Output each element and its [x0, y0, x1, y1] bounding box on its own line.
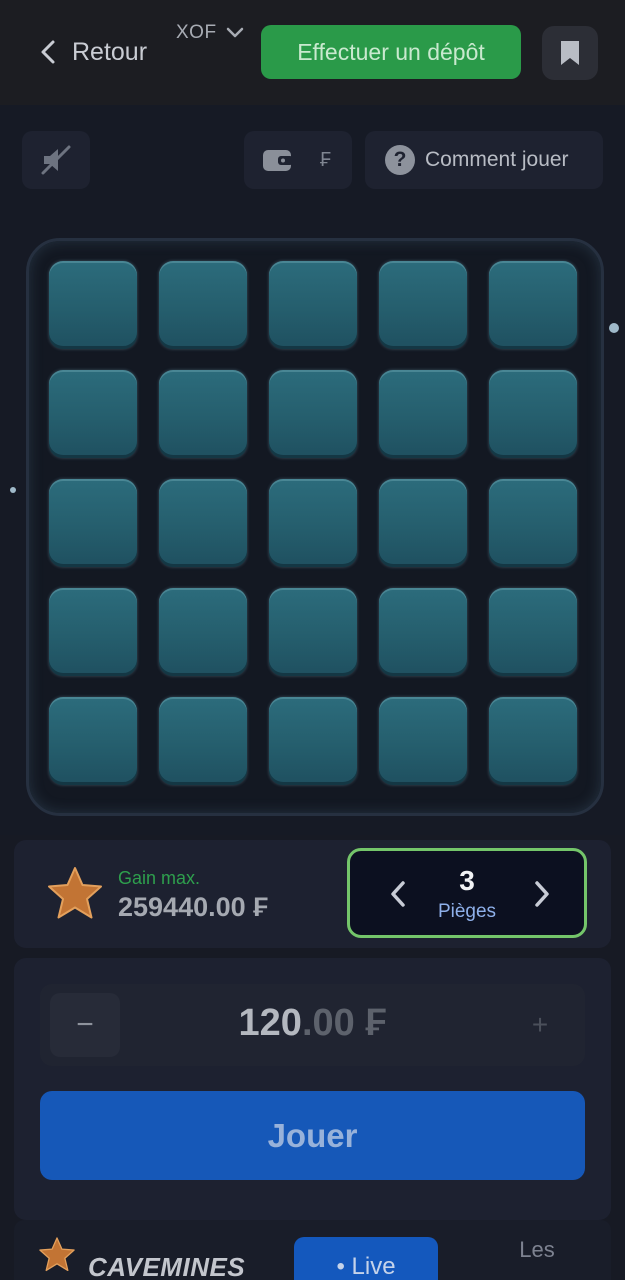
how-to-play-button[interactable]: ? Comment jouer [365, 131, 603, 189]
mine-tile[interactable] [489, 588, 577, 676]
traps-increase-button[interactable] [528, 877, 556, 911]
mine-tile[interactable] [379, 697, 467, 785]
back-button[interactable]: Retour [38, 30, 147, 74]
mine-tile[interactable] [269, 588, 357, 676]
deposit-button[interactable]: Effectuer un dépôt [261, 25, 521, 79]
star-icon [48, 867, 102, 919]
wallet-icon [263, 150, 293, 171]
bottom-tabs-bar: CAVEMINES • Live Les [14, 1220, 611, 1280]
mine-tile[interactable] [159, 697, 247, 785]
mine-board [26, 238, 604, 816]
sparkle-decoration [10, 487, 16, 493]
mine-tile[interactable] [159, 261, 247, 349]
wallet-balance: ₣ [244, 131, 352, 189]
bet-amount-row: − 120.00 ₣ + [40, 984, 585, 1066]
bookmark-icon [561, 41, 579, 65]
bookmark-button[interactable] [542, 26, 598, 80]
bet-amount-input[interactable]: 120.00 ₣ [130, 1002, 495, 1045]
info-panel: Gain max. 259440.00 ₣ 3 Pièges [14, 840, 611, 948]
tile-grid [49, 261, 583, 785]
mine-tile[interactable] [49, 261, 137, 349]
mine-tile[interactable] [159, 588, 247, 676]
tab-live[interactable]: • Live [294, 1237, 438, 1280]
tab-live-label: • Live [336, 1253, 396, 1280]
mine-tile[interactable] [379, 261, 467, 349]
currency-label: XOF [176, 22, 217, 43]
deposit-label: Effectuer un dépôt [297, 38, 485, 65]
top-bar: Retour XOF Effectuer un dépôt [0, 0, 625, 105]
bet-amount-integer: 120 [238, 1002, 302, 1044]
mine-tile[interactable] [49, 697, 137, 785]
game-brand-logo: CAVEMINES [88, 1252, 246, 1280]
mine-tile[interactable] [49, 588, 137, 676]
mine-tile[interactable] [159, 479, 247, 567]
mine-tile[interactable] [379, 370, 467, 458]
game-area: ₣ ? Comment jouer [0, 105, 625, 835]
minus-icon: − [76, 1008, 94, 1041]
star-icon [39, 1237, 75, 1272]
tab-other[interactable]: Les [492, 1237, 582, 1280]
mine-tile[interactable] [379, 588, 467, 676]
sound-toggle-button[interactable] [22, 131, 90, 189]
back-label: Retour [72, 37, 148, 66]
chevron-down-icon [226, 27, 243, 38]
wallet-currency: ₣ [320, 148, 332, 171]
sound-muted-icon [41, 145, 71, 175]
mine-tile[interactable] [489, 697, 577, 785]
tab-other-label: Les [519, 1237, 555, 1262]
bet-decrease-button[interactable]: − [50, 993, 120, 1057]
how-to-play-label: Comment jouer [425, 148, 569, 171]
mine-tile[interactable] [489, 370, 577, 458]
mine-tile[interactable] [379, 479, 467, 567]
bet-increase-button[interactable]: + [505, 993, 575, 1057]
sparkle-decoration [609, 323, 619, 333]
mine-tile[interactable] [159, 370, 247, 458]
mine-tile[interactable] [269, 261, 357, 349]
play-button[interactable]: Jouer [40, 1091, 585, 1180]
plus-icon: + [531, 1009, 549, 1040]
chevron-left-icon [41, 40, 55, 64]
mine-tile[interactable] [269, 697, 357, 785]
mine-tile[interactable] [269, 479, 357, 567]
mine-tile[interactable] [269, 370, 357, 458]
currency-selector[interactable]: XOF [176, 22, 245, 44]
bet-panel: − 120.00 ₣ + Jouer [14, 958, 611, 1220]
question-icon: ? [385, 145, 415, 175]
mine-tile[interactable] [49, 479, 137, 567]
traps-selector: 3 Pièges [347, 848, 587, 938]
mine-tile[interactable] [489, 261, 577, 349]
max-gain-value: 259440.00 ₣ [118, 892, 269, 922]
max-gain-label: Gain max. [118, 868, 201, 888]
mine-tile[interactable] [49, 370, 137, 458]
bet-amount-decimals: .00 ₣ [301, 1002, 387, 1044]
play-label: Jouer [267, 1116, 358, 1154]
mine-tile[interactable] [489, 479, 577, 567]
